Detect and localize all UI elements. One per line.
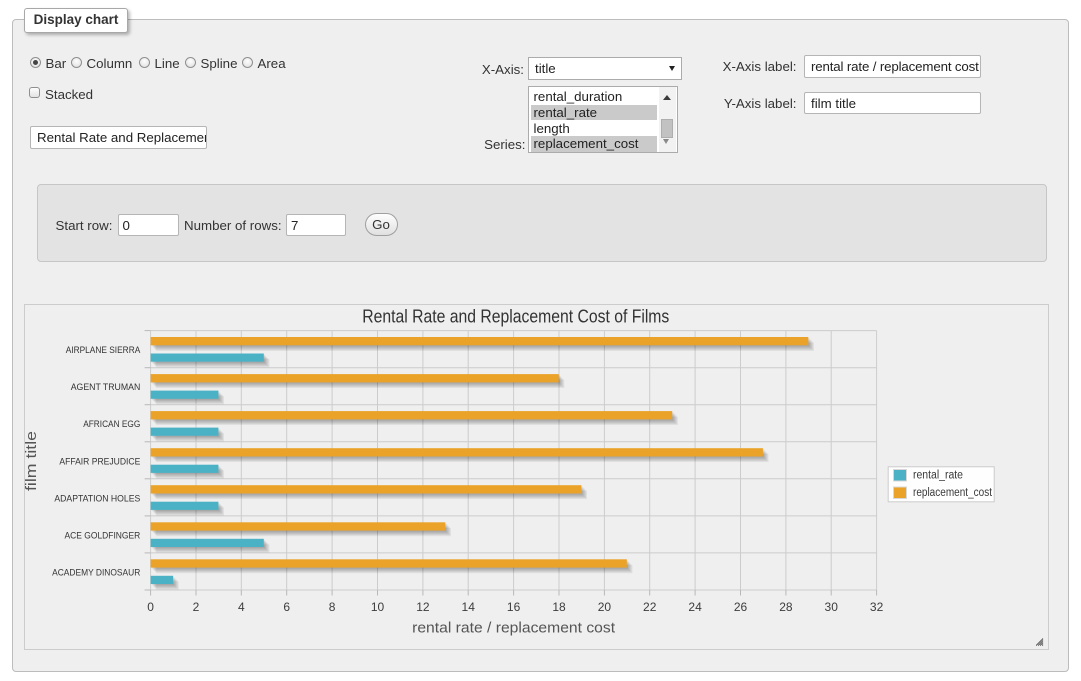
svg-text:AFRICAN EGG: AFRICAN EGG	[83, 419, 140, 429]
svg-text:8: 8	[329, 600, 336, 614]
svg-text:32: 32	[870, 600, 884, 614]
svg-text:rental rate / replacement cost: rental rate / replacement cost	[412, 621, 615, 637]
svg-text:16: 16	[507, 600, 521, 614]
svg-text:24: 24	[688, 600, 702, 614]
svg-text:28: 28	[779, 600, 793, 614]
svg-text:AIRPLANE SIERRA: AIRPLANE SIERRA	[66, 345, 141, 355]
svg-text:4: 4	[238, 600, 245, 614]
svg-text:10: 10	[371, 600, 385, 614]
svg-text:ACADEMY DINOSAUR: ACADEMY DINOSAUR	[52, 567, 141, 577]
svg-text:Rental Rate and Replacement Co: Rental Rate and Replacement Cost of Film…	[362, 307, 669, 327]
svg-text:AGENT TRUMAN: AGENT TRUMAN	[71, 382, 141, 392]
svg-text:20: 20	[598, 600, 612, 614]
svg-text:18: 18	[552, 600, 566, 614]
svg-text:AFFAIR PREJUDICE: AFFAIR PREJUDICE	[59, 456, 140, 466]
svg-text:26: 26	[734, 600, 748, 614]
svg-text:rental_rate: rental_rate	[913, 470, 963, 482]
svg-text:14: 14	[462, 600, 476, 614]
svg-text:12: 12	[416, 600, 430, 614]
svg-text:ACE GOLDFINGER: ACE GOLDFINGER	[65, 530, 141, 540]
svg-text:0: 0	[147, 600, 154, 614]
svg-text:replacement_cost: replacement_cost	[913, 487, 993, 499]
svg-text:6: 6	[283, 600, 290, 614]
svg-text:ADAPTATION HOLES: ADAPTATION HOLES	[54, 493, 140, 503]
svg-text:film title: film title	[25, 431, 40, 491]
svg-text:2: 2	[193, 600, 200, 614]
svg-text:22: 22	[643, 600, 657, 614]
svg-text:30: 30	[825, 600, 839, 614]
